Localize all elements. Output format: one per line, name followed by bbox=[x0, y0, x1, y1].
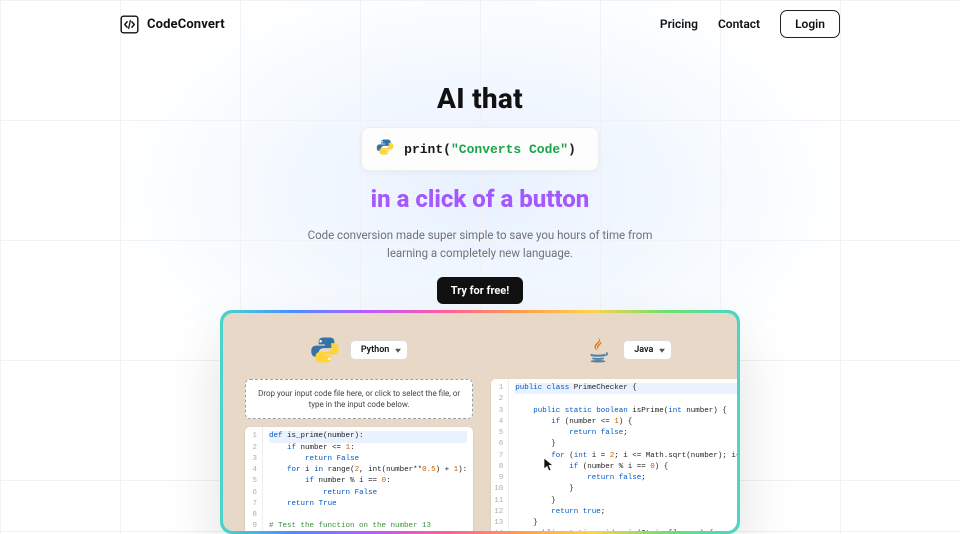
nav-pricing[interactable]: Pricing bbox=[660, 17, 698, 31]
target-code: public class PrimeChecker { public stati… bbox=[509, 379, 737, 531]
hero: AI that print("Converts Code") in a clic… bbox=[0, 82, 960, 304]
source-editor[interactable]: 1234567891011 def is_prime(number): if n… bbox=[245, 427, 473, 531]
code-chip-kw: print bbox=[404, 142, 443, 157]
target-column: Java 123456789101112131415 public class … bbox=[491, 335, 737, 531]
headline-line2: in a click of a button bbox=[0, 185, 960, 213]
source-gutter: 1234567891011 bbox=[245, 427, 263, 531]
brand-name: CodeConvert bbox=[147, 17, 225, 32]
code-chip-string: "Converts Code" bbox=[451, 142, 568, 157]
python-icon bbox=[376, 138, 394, 160]
target-editor[interactable]: 123456789101112131415 public class Prime… bbox=[491, 379, 737, 531]
drop-zone[interactable]: Drop your input code file here, or click… bbox=[245, 379, 473, 419]
top-nav: CodeConvert Pricing Contact Login bbox=[0, 10, 960, 38]
python-icon bbox=[310, 335, 340, 365]
cursor-icon bbox=[543, 457, 555, 473]
logo-icon bbox=[120, 15, 139, 34]
cta-button[interactable]: Try for free! bbox=[437, 277, 523, 304]
source-column: Python Drop your input code file here, o… bbox=[245, 335, 473, 531]
login-button[interactable]: Login bbox=[780, 10, 840, 38]
hero-subtitle: Code conversion made super simple to sav… bbox=[290, 227, 670, 263]
java-icon bbox=[583, 335, 613, 365]
target-language-select[interactable]: Java bbox=[623, 340, 672, 360]
target-gutter: 123456789101112131415 bbox=[491, 379, 509, 531]
headline-line1: AI that bbox=[0, 82, 960, 115]
code-chip: print("Converts Code") bbox=[361, 127, 599, 171]
demo-panel: Python Drop your input code file here, o… bbox=[220, 310, 740, 534]
nav-right: Pricing Contact Login bbox=[660, 10, 840, 38]
source-language-select[interactable]: Python bbox=[350, 340, 408, 360]
source-code[interactable]: def is_prime(number): if number <= 1: re… bbox=[263, 427, 473, 531]
nav-contact[interactable]: Contact bbox=[718, 17, 760, 31]
brand[interactable]: CodeConvert bbox=[120, 15, 225, 34]
